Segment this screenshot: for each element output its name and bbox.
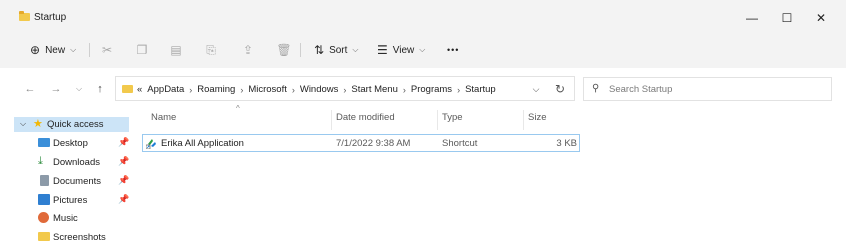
chevron-down-icon: ⌵ [419, 45, 426, 54]
nav-item-label: Screenshots [53, 232, 106, 243]
close-button[interactable]: ✕ [808, 8, 834, 28]
view-button[interactable]: ☰ View ⌵ [377, 41, 425, 59]
delete-icon[interactable]: 🗑 [276, 41, 292, 59]
column-header-type[interactable]: Type [442, 112, 463, 123]
nav-item-screenshots[interactable]: Screenshots [38, 230, 133, 245]
cut-icon[interactable]: ✂ [99, 41, 115, 59]
window-title: Startup [34, 12, 67, 23]
folder-icon [38, 232, 50, 241]
shortcut-app-icon [146, 139, 156, 149]
minimize-button[interactable]: — [739, 8, 765, 28]
pin-icon[interactable]: 📌 [118, 194, 129, 205]
address-dropdown-icon[interactable]: ⌵ [528, 81, 544, 97]
title-bar [0, 0, 846, 32]
new-button[interactable]: ⊕ New ⌵ [30, 41, 76, 59]
pictures-icon [38, 194, 50, 205]
pin-icon[interactable]: 📌 [118, 137, 129, 148]
nav-item-label: Music [53, 213, 78, 224]
nav-item-label: Desktop [53, 138, 88, 149]
file-name: Erika All Application [161, 138, 244, 149]
column-header-name[interactable]: Name [151, 112, 176, 123]
chevron-right-icon[interactable]: › [240, 85, 243, 95]
column-header-size[interactable]: Size [528, 112, 546, 123]
chevron-down-icon[interactable]: ⌵ [20, 119, 26, 129]
breadcrumb-item-windows[interactable]: Windows [300, 84, 339, 95]
chevron-down-icon: ⌵ [352, 45, 359, 54]
folder-icon [19, 11, 30, 21]
search-icon: ⚲ [592, 83, 600, 94]
breadcrumb-item-appdata[interactable]: AppData [147, 84, 184, 95]
breadcrumb-item-microsoft[interactable]: Microsoft [248, 84, 287, 95]
share-icon[interactable]: ⇪ [240, 41, 256, 59]
paste-icon[interactable]: ▤ [168, 41, 184, 59]
chevron-right-icon[interactable]: › [457, 85, 460, 95]
nav-item-label: Downloads [53, 157, 100, 168]
breadcrumb-item-startup[interactable]: Startup [465, 84, 496, 95]
sort-label: Sort [329, 44, 348, 56]
view-label: View [392, 44, 415, 56]
column-divider[interactable] [331, 110, 332, 130]
nav-item-desktop[interactable]: Desktop 📌 [38, 136, 133, 151]
breadcrumb-item-start-menu[interactable]: Start Menu [351, 84, 397, 95]
new-label: New [45, 44, 66, 56]
sort-button[interactable]: ⇅ Sort ⌵ [314, 41, 358, 59]
plus-circle-icon: ⊕ [30, 43, 41, 57]
chevron-right-icon[interactable]: › [292, 85, 295, 95]
view-icon: ☰ [377, 43, 388, 57]
nav-item-label: Documents [53, 176, 102, 187]
file-size: 3 KB [556, 138, 577, 149]
music-icon [38, 212, 49, 223]
chevron-right-icon[interactable]: › [403, 85, 406, 95]
more-options-button[interactable]: ••• [447, 41, 459, 59]
documents-icon [40, 175, 49, 186]
copy-icon[interactable]: ❐ [134, 41, 150, 59]
toolbar-divider [300, 43, 301, 57]
up-icon[interactable]: ↑ [92, 80, 108, 98]
pin-icon[interactable]: 📌 [118, 156, 129, 167]
breadcrumb-item-roaming[interactable]: Roaming [197, 84, 235, 95]
chevron-right-icon[interactable]: › [343, 85, 346, 95]
folder-icon [122, 85, 133, 93]
sort-icon: ⇅ [314, 43, 325, 57]
file-date-modified: 7/1/2022 9:38 AM [336, 138, 411, 149]
quick-access-label: Quick access [47, 119, 104, 130]
nav-item-documents[interactable]: Documents 📌 [38, 174, 133, 189]
star-icon: ★ [33, 118, 43, 130]
rename-icon[interactable]: ⎘ [203, 41, 219, 59]
forward-icon[interactable]: → [48, 80, 64, 98]
column-header-date-modified[interactable]: Date modified [336, 112, 395, 123]
pin-icon[interactable]: 📌 [118, 175, 129, 186]
desktop-icon [38, 138, 50, 147]
back-icon[interactable]: ← [22, 80, 38, 98]
chevron-right-icon[interactable]: › [189, 85, 192, 95]
breadcrumb-overflow[interactable]: « [137, 84, 142, 95]
toolbar-divider [89, 43, 90, 57]
recent-locations-icon[interactable]: ⌵ [71, 80, 87, 98]
breadcrumb: « AppData › Roaming › Microsoft › Window… [137, 84, 496, 95]
sort-ascending-icon: ^ [236, 104, 240, 113]
search-input[interactable] [609, 82, 819, 96]
nav-item-downloads[interactable]: ⤓ Downloads 📌 [38, 155, 133, 170]
nav-item-music[interactable]: Music [38, 211, 133, 226]
column-divider[interactable] [523, 110, 524, 130]
breadcrumb-item-programs[interactable]: Programs [411, 84, 452, 95]
maximize-button[interactable]: ☐ [774, 8, 800, 28]
column-divider[interactable] [437, 110, 438, 130]
download-icon: ⤓ [38, 155, 43, 167]
nav-item-pictures[interactable]: Pictures 📌 [38, 193, 133, 208]
chevron-down-icon: ⌵ [70, 45, 77, 54]
refresh-icon[interactable]: ↻ [552, 80, 568, 98]
nav-item-label: Pictures [53, 195, 88, 206]
file-type: Shortcut [442, 138, 478, 149]
